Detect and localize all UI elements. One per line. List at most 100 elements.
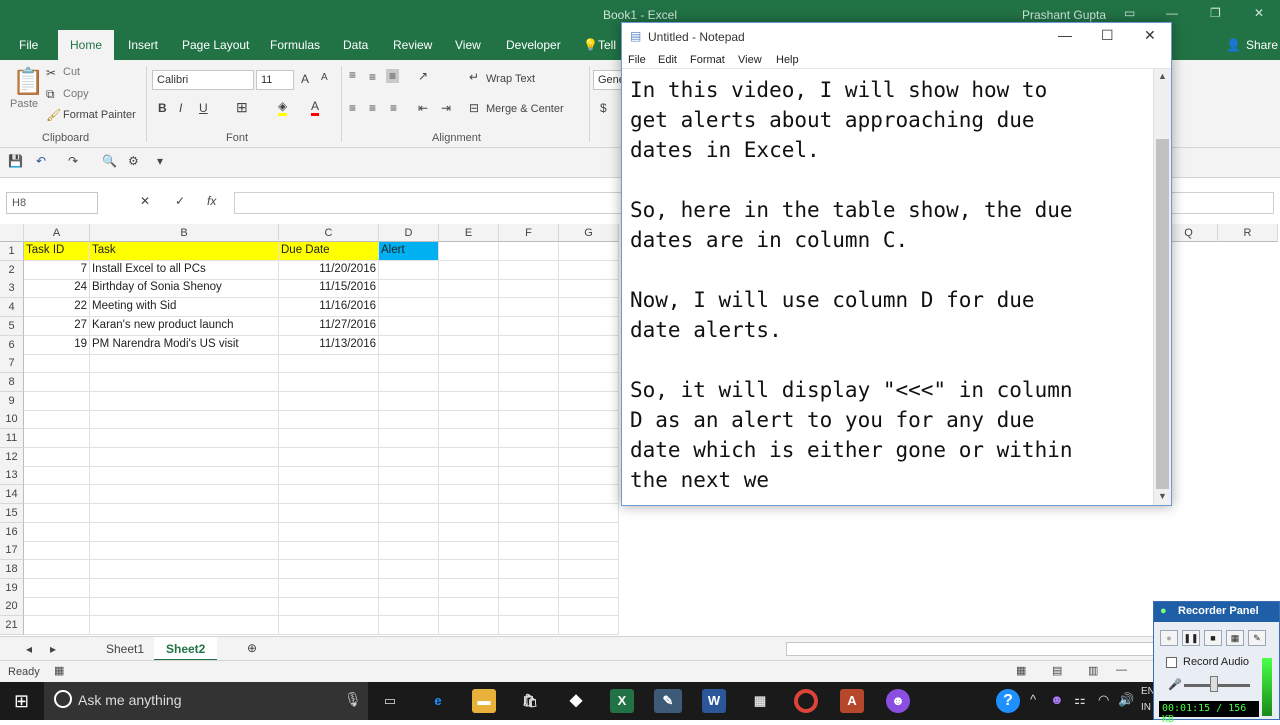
row-header[interactable]: 13 [0,466,24,486]
row-header[interactable]: 12 [0,447,24,467]
empty-cell[interactable] [379,335,439,355]
column-header[interactable]: R [1218,224,1278,242]
empty-cell[interactable] [279,485,379,505]
recorder-panel[interactable]: Recorder Panel ● ● ❚❚ ■ ▦ ✎ Record Audio… [1153,601,1280,725]
empty-cell[interactable] [90,522,279,542]
empty-cell[interactable] [559,372,619,392]
empty-cell[interactable] [499,335,559,355]
empty-cell[interactable] [439,522,499,542]
empty-cell[interactable] [559,466,619,486]
empty-cell[interactable] [439,298,499,318]
empty-cell[interactable] [559,503,619,523]
network-adapter-icon[interactable]: ⚏ [1074,692,1086,708]
empty-cell[interactable] [279,503,379,523]
draw-icon[interactable]: ✎ [1248,630,1266,646]
format-painter-button[interactable]: Format Painter [63,109,136,121]
empty-cell[interactable] [24,354,90,374]
row-header[interactable]: 2 [0,260,24,280]
empty-cell[interactable] [379,447,439,467]
qat-dropdown-icon[interactable]: ▾ [157,154,163,168]
empty-cell[interactable] [439,559,499,579]
empty-cell[interactable] [439,429,499,448]
notepad-title-bar[interactable]: ▤ Untitled - Notepad — ☐ ✕ [622,23,1171,51]
empty-cell[interactable] [90,578,279,598]
orientation-icon[interactable]: ↗ [418,69,428,83]
empty-cell[interactable] [499,466,559,486]
dropbox-icon[interactable]: ◆ [564,689,588,713]
notepad-window[interactable]: ▤ Untitled - Notepad — ☐ ✕ File Edit For… [621,22,1172,506]
table-cell[interactable]: 24 [24,279,90,299]
empty-cell[interactable] [379,597,439,617]
paste-icon[interactable]: 📋 [12,66,44,97]
empty-cell[interactable] [559,616,619,635]
empty-cell[interactable] [279,466,379,486]
empty-cell[interactable] [559,559,619,579]
empty-cell[interactable] [499,559,559,579]
fill-color-icon[interactable]: ◈ [278,99,288,116]
row-header[interactable]: 8 [0,372,24,392]
empty-cell[interactable] [379,391,439,411]
font-color-icon[interactable]: A [311,99,320,116]
user-name[interactable]: Prashant Gupta [1022,8,1106,22]
close-icon[interactable]: ✕ [1254,6,1264,20]
microphone-icon[interactable]: 🎙 [344,691,362,708]
empty-cell[interactable] [499,578,559,598]
empty-cell[interactable] [279,354,379,374]
empty-cell[interactable] [90,447,279,467]
underline-icon[interactable]: U [199,101,208,115]
column-header[interactable]: E [439,224,499,242]
empty-cell[interactable] [24,391,90,411]
increase-indent-icon[interactable]: ⇥ [441,101,451,115]
settings-icon[interactable]: ▦ [1226,630,1244,646]
recorder-app-icon[interactable]: ☻ [886,689,910,713]
empty-cell[interactable] [279,522,379,542]
word-icon[interactable]: W [702,689,726,713]
empty-cell[interactable] [90,559,279,579]
tab-tell-me[interactable]: Tell [598,38,616,52]
menu-file[interactable]: File [628,54,646,66]
empty-cell[interactable] [439,616,499,635]
row-header[interactable]: 6 [0,335,24,355]
align-left-icon[interactable]: ≡ [349,101,356,115]
empty-cell[interactable] [90,541,279,561]
empty-cell[interactable] [499,260,559,280]
empty-cell[interactable] [90,429,279,448]
empty-cell[interactable] [499,391,559,411]
empty-cell[interactable] [24,578,90,598]
scrollbar-thumb[interactable] [1156,139,1169,489]
empty-cell[interactable] [24,447,90,467]
empty-cell[interactable] [559,597,619,617]
empty-cell[interactable] [559,335,619,355]
row-header[interactable]: 9 [0,391,24,411]
empty-cell[interactable] [379,466,439,486]
select-all-corner[interactable] [0,224,24,242]
empty-cell[interactable] [499,429,559,448]
column-header[interactable]: G [559,224,619,242]
menu-view[interactable]: View [738,54,762,66]
tab-home[interactable]: Home [58,30,115,60]
wrap-text-button[interactable]: Wrap Text [486,73,535,85]
empty-cell[interactable] [499,354,559,374]
tab-insert[interactable]: Insert [128,38,158,52]
row-header[interactable]: 14 [0,485,24,505]
empty-cell[interactable] [559,242,619,261]
language-bottom[interactable]: IN [1141,702,1151,713]
empty-cell[interactable] [439,578,499,598]
empty-cell[interactable] [439,316,499,336]
table-cell[interactable]: 11/13/2016 [279,335,379,355]
table-cell[interactable]: 11/27/2016 [279,316,379,336]
show-hidden-icons-icon[interactable]: ^ [1030,692,1036,707]
file-explorer-icon[interactable]: ▬ [472,689,496,713]
empty-cell[interactable] [439,242,499,261]
empty-cell[interactable] [379,298,439,318]
empty-cell[interactable] [379,410,439,430]
tab-page-layout[interactable]: Page Layout [182,38,249,52]
empty-cell[interactable] [439,279,499,299]
row-header[interactable]: 17 [0,541,24,561]
empty-cell[interactable] [90,372,279,392]
empty-cell[interactable] [559,410,619,430]
empty-cell[interactable] [379,541,439,561]
empty-cell[interactable] [499,522,559,542]
empty-cell[interactable] [439,541,499,561]
table-cell[interactable]: 22 [24,298,90,318]
